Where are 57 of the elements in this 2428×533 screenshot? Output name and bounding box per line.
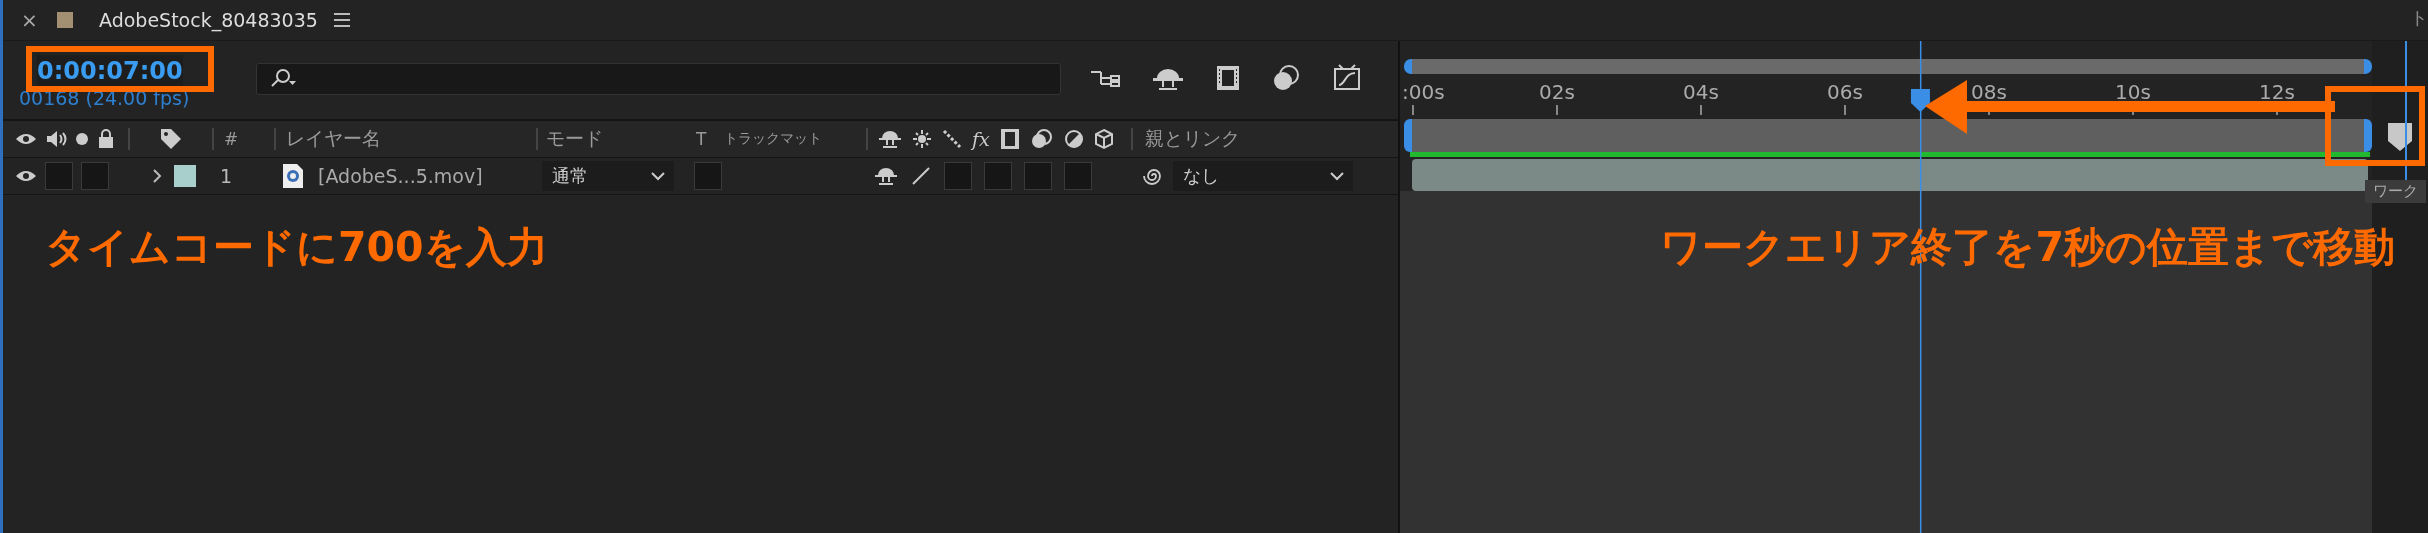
speaker-icon[interactable] xyxy=(45,130,67,148)
tooltip: ワーク xyxy=(2365,180,2426,203)
solo-toggle[interactable] xyxy=(81,162,109,190)
ruler-label: 10s xyxy=(2115,80,2151,104)
dotted-line-icon xyxy=(942,129,962,149)
chevron-down-icon xyxy=(1329,171,1345,181)
mode-dropdown[interactable]: 通常 xyxy=(542,161,674,191)
comp-marker-icon[interactable] xyxy=(2388,123,2412,151)
column-header: # xyxy=(224,129,239,149)
column-header: 親とリンク xyxy=(1145,126,1240,151)
eye-icon[interactable] xyxy=(15,169,37,183)
switch-toggle[interactable] xyxy=(944,162,972,190)
lock-icon[interactable] xyxy=(97,129,115,149)
cube-icon xyxy=(1093,128,1114,150)
shy-icon[interactable] xyxy=(874,165,898,187)
column-header[interactable]: レイヤー名 xyxy=(286,126,381,152)
chevron-icon[interactable] xyxy=(150,167,164,185)
caption: タイムコードに700を入力 xyxy=(45,222,548,273)
eye-icon[interactable] xyxy=(15,132,37,146)
switch-toggle[interactable] xyxy=(984,162,1012,190)
dot-icon[interactable] xyxy=(75,132,89,146)
column-header: T xyxy=(696,129,707,149)
layer-number: 1 xyxy=(220,165,233,187)
panel-tab-text: ト xyxy=(2410,6,2428,30)
film-icon xyxy=(999,128,1020,150)
ruler-label: 04s xyxy=(1683,80,1719,104)
ruler-label: 08s xyxy=(1971,80,2007,104)
ruler-label: 06s xyxy=(1827,80,1863,104)
preserve-transparency-toggle[interactable] xyxy=(694,162,722,190)
parent-dropdown[interactable]: なし xyxy=(1173,161,1353,191)
circles-icon xyxy=(1029,128,1054,150)
video-file-icon xyxy=(282,163,304,189)
audio-toggle[interactable] xyxy=(45,162,73,190)
half-circle-icon xyxy=(1063,129,1084,149)
graph-icon[interactable] xyxy=(1331,63,1363,93)
search-field[interactable] xyxy=(256,63,1061,95)
column-header: モード xyxy=(546,126,603,151)
timecode[interactable]: 0:00:07:00 xyxy=(37,55,183,87)
ruler-label: 02s xyxy=(1539,80,1575,104)
switch-toggle[interactable] xyxy=(1024,162,1052,190)
menu-icon[interactable] xyxy=(333,13,350,27)
shy-icon xyxy=(878,128,902,150)
playhead-handle[interactable] xyxy=(1910,89,1930,112)
tag-icon[interactable] xyxy=(159,127,183,151)
quality-slash-icon[interactable] xyxy=(910,165,932,187)
column-header: トラックマット xyxy=(724,130,823,148)
ruler-label: :00s xyxy=(1402,80,1445,104)
tab-title[interactable]: AdobeStock_80483035 xyxy=(99,9,318,31)
switch-toggle[interactable] xyxy=(1064,162,1092,190)
sun-icon xyxy=(912,129,932,149)
composition-icon xyxy=(57,12,73,28)
close-icon[interactable]: × xyxy=(21,8,51,32)
layer-name[interactable]: [AdobeS...5.mov] xyxy=(318,165,483,187)
chevron-down-icon xyxy=(650,171,666,181)
label-color-swatch[interactable] xyxy=(174,165,196,187)
fx-label: fx xyxy=(972,128,990,150)
ruler-label: 12s xyxy=(2259,80,2295,104)
